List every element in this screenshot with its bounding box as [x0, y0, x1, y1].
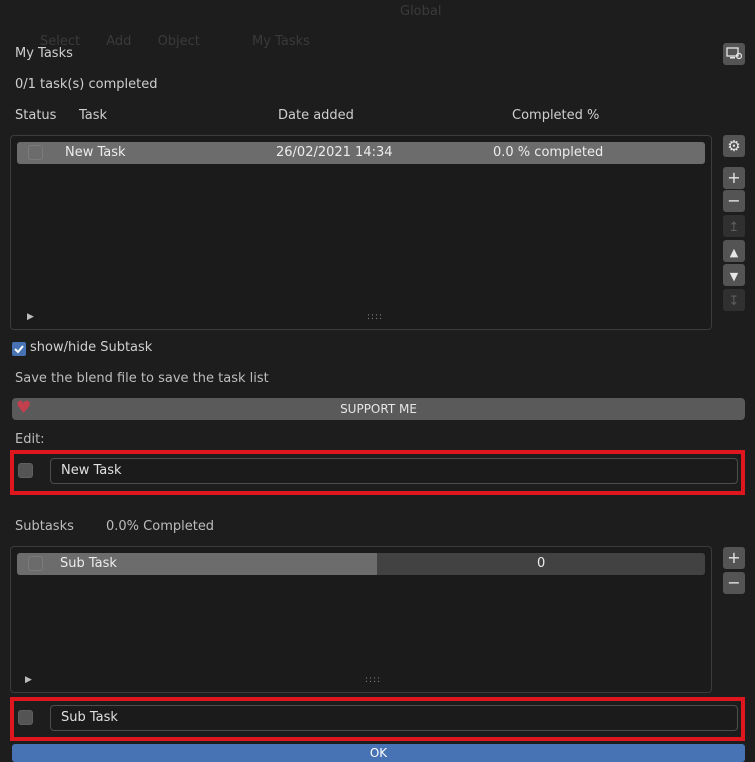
edit-task-name-field[interactable]: New Task	[50, 458, 738, 484]
task-date: 26/02/2021 14:34	[276, 145, 393, 160]
gear-button[interactable]: ⚙	[723, 135, 745, 157]
edit-subtask-name-field[interactable]: Sub Task	[50, 705, 738, 731]
resize-handle-icon[interactable]: ::::	[367, 312, 383, 322]
checkmark-icon	[14, 345, 24, 354]
remove-task-button[interactable]: −	[723, 190, 745, 212]
edit-task-name-value: New Task	[61, 463, 122, 478]
col-date: Date added	[278, 108, 354, 123]
subtask-row[interactable]: Sub Task 0	[17, 553, 705, 575]
task-name: New Task	[65, 145, 126, 160]
subtasks-completed: 0.0% Completed	[106, 519, 215, 534]
add-icon: +	[727, 168, 741, 187]
task-list[interactable]: New Task 26/02/2021 14:34 0.0 % complete…	[10, 135, 712, 330]
support-me-button[interactable]: SUPPORT ME	[12, 398, 745, 420]
subtask-name: Sub Task	[60, 556, 117, 571]
monitor-icon	[726, 47, 743, 60]
add-subtask-button[interactable]: +	[723, 547, 745, 569]
task-completed: 0.0 % completed	[493, 145, 604, 160]
bg-menu-add: Add	[106, 34, 132, 49]
completed-summary: 0/1 task(s) completed	[15, 77, 158, 92]
screen-icon-button[interactable]	[723, 43, 745, 65]
ok-button[interactable]: OK	[12, 744, 745, 762]
add-icon: +	[727, 548, 741, 567]
remove-icon: −	[727, 573, 741, 592]
move-top-icon: ↥	[728, 220, 740, 235]
remove-subtask-button[interactable]: −	[723, 572, 745, 594]
support-label: SUPPORT ME	[340, 402, 417, 416]
panel-title: My Tasks	[15, 46, 73, 61]
heart-icon: ♥	[16, 398, 32, 418]
bg-menu-mytasks: My Tasks	[252, 34, 310, 49]
edit-task-checkbox[interactable]	[18, 463, 33, 478]
remove-icon: −	[727, 191, 741, 210]
add-task-button[interactable]: +	[723, 167, 745, 189]
move-bottom-icon: ↧	[728, 294, 740, 309]
expand-arrow-icon[interactable]: ▶	[27, 312, 34, 322]
col-task: Task	[79, 108, 108, 123]
edit-subtask-checkbox[interactable]	[18, 710, 33, 725]
bg-menu: Select Add Object My Tasks	[40, 34, 310, 49]
col-status: Status	[15, 108, 57, 123]
show-subtask-checkbox[interactable]	[12, 342, 26, 356]
task-row[interactable]: New Task 26/02/2021 14:34 0.0 % complete…	[17, 142, 705, 164]
bg-view-label: Global	[400, 4, 442, 19]
subtasks-label: Subtasks	[15, 519, 74, 534]
subtask-value: 0	[537, 556, 546, 571]
edit-subtask-name-value: Sub Task	[61, 710, 118, 725]
task-status-checkbox[interactable]	[28, 145, 43, 160]
move-down-icon: ▼	[729, 270, 739, 283]
bg-menu-object: Object	[157, 34, 200, 49]
show-subtask-label[interactable]: show/hide Subtask	[30, 340, 152, 355]
subtask-checkbox[interactable]	[28, 556, 43, 571]
move-top-button[interactable]: ↥	[723, 215, 745, 237]
move-up-button[interactable]: ▲	[723, 240, 745, 262]
subtask-list[interactable]: Sub Task 0 ▶ ::::	[10, 546, 712, 693]
move-up-icon: ▲	[729, 246, 739, 259]
move-bottom-button[interactable]: ↧	[723, 289, 745, 311]
move-down-button[interactable]: ▼	[723, 264, 745, 286]
gear-icon: ⚙	[727, 137, 741, 155]
subtask-expand-arrow-icon[interactable]: ▶	[25, 675, 32, 685]
col-completed: Completed %	[512, 108, 600, 123]
save-hint: Save the blend file to save the task lis…	[15, 371, 269, 386]
subtask-resize-handle-icon[interactable]: ::::	[365, 675, 381, 685]
edit-label: Edit:	[15, 432, 45, 447]
